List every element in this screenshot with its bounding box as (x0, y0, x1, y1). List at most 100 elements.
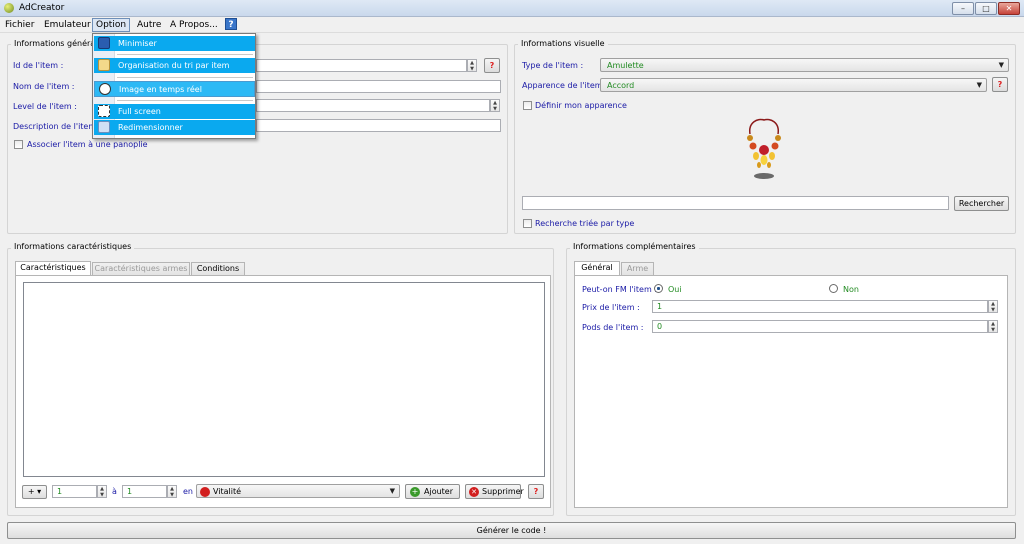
caracteristiques-list[interactable] (23, 282, 545, 477)
menu-autre[interactable]: Autre (134, 18, 164, 32)
id-spin[interactable]: ▲ ▼ (467, 59, 477, 72)
non-label: Non (843, 285, 859, 294)
en-label: en (183, 487, 193, 496)
sign-value: + (27, 487, 35, 496)
generate-code-button[interactable]: Générer le code ! (7, 522, 1016, 539)
menu-item-image-temps-reel[interactable]: Image en temps réel (94, 81, 255, 97)
oui-label: Oui (668, 285, 682, 294)
id-label: Id de l'item : (13, 61, 64, 70)
menu-item-minimiser[interactable]: Minimiser (94, 36, 255, 51)
apparence-label: Apparence de l'item : (522, 81, 608, 90)
heart-icon (200, 487, 210, 497)
window-icon (98, 37, 110, 49)
option-dropdown-menu: Minimiser Organisation du tri par item I… (92, 33, 256, 139)
tab-caracteristiques[interactable]: Caractéristiques (15, 261, 91, 275)
menu-a-propos[interactable]: A Propos... (167, 18, 221, 32)
prix-input[interactable]: 1 (652, 300, 988, 313)
type-select[interactable]: Amulette ▼ (600, 58, 1009, 72)
pods-value: 0 (657, 322, 663, 331)
type-value: Amulette (607, 61, 644, 70)
info-complementaires-title: Informations complémentaires (570, 242, 699, 251)
apparence-select[interactable]: Accord ▼ (600, 78, 987, 92)
fullscreen-icon (98, 105, 110, 117)
recherche-triee-label: Recherche triée par type (535, 219, 635, 228)
menu-fichier[interactable]: Fichier (2, 18, 37, 32)
nom-input[interactable] (256, 80, 501, 93)
sort-icon (98, 59, 110, 71)
search-button[interactable]: Rechercher (954, 196, 1009, 211)
close-button[interactable]: ✕ (998, 2, 1020, 15)
id-input[interactable] (256, 59, 467, 72)
to-spin[interactable]: ▲ ▼ (167, 485, 177, 498)
amulet-image (742, 116, 786, 186)
to-input[interactable]: 1 (122, 485, 167, 498)
from-value: 1 (57, 487, 63, 496)
menu-item-full-screen-label: Full screen (118, 107, 161, 116)
help-icon[interactable]: ? (225, 18, 237, 30)
level-input[interactable] (256, 99, 490, 112)
definir-apparence-checkbox[interactable] (523, 101, 532, 110)
add-button-label: Ajouter (424, 487, 454, 496)
apparence-help-button[interactable]: ? (992, 77, 1008, 92)
delete-button[interactable]: ✕ Supprimer (465, 484, 524, 499)
type-label: Type de l'item : (522, 61, 584, 70)
menu-item-organisation[interactable]: Organisation du tri par item (94, 58, 255, 73)
chevron-down-icon: ▼ (998, 61, 1004, 69)
pods-spin[interactable]: ▲ ▼ (988, 320, 998, 333)
clock-icon (99, 83, 111, 95)
menu-option[interactable]: Option (92, 18, 131, 32)
tab-arme[interactable]: Arme (621, 262, 654, 275)
menu-item-image-label: Image en temps réel (119, 85, 202, 94)
caracteristiques-help-button[interactable]: ? (528, 484, 544, 499)
menu-item-full-screen[interactable]: Full screen (94, 104, 255, 119)
pods-input[interactable]: 0 (652, 320, 988, 333)
from-spin[interactable]: ▲ ▼ (97, 485, 107, 498)
add-button[interactable]: + Ajouter (405, 484, 460, 499)
maximize-button[interactable]: □ (975, 2, 997, 15)
prix-value: 1 (657, 302, 663, 311)
to-value: 1 (127, 487, 133, 496)
prix-label: Prix de l'item : (582, 303, 640, 312)
stat-select[interactable]: Vitalité ▼ (196, 484, 400, 498)
app-icon (4, 3, 14, 13)
recherche-triee-checkbox[interactable] (523, 219, 532, 228)
window-title: AdCreator (19, 3, 65, 13)
stat-value: Vitalité (213, 487, 242, 496)
minimize-button[interactable]: – (952, 2, 974, 15)
a-label: à (112, 487, 117, 496)
tab-caracteristiques-armes[interactable]: Caractéristiques armes (92, 262, 190, 275)
info-visuelle-title: Informations visuelle (518, 39, 608, 48)
nom-label: Nom de l'item : (13, 82, 75, 91)
info-caracteristiques-title: Informations caractéristiques (11, 242, 135, 251)
menu-separator (117, 100, 253, 101)
plus-icon: + (410, 487, 420, 497)
description-input[interactable] (256, 119, 501, 132)
oui-radio[interactable] (654, 284, 663, 293)
prix-spin[interactable]: ▲ ▼ (988, 300, 998, 313)
tab-conditions[interactable]: Conditions (191, 262, 245, 275)
level-label: Level de l'item : (13, 102, 77, 111)
chevron-down-icon: ▼ (389, 487, 395, 495)
menu-separator (117, 77, 253, 78)
menu-item-organisation-label: Organisation du tri par item (118, 61, 230, 70)
menu-item-minimiser-label: Minimiser (118, 39, 157, 48)
panoplie-checkbox[interactable] (14, 140, 23, 149)
tab-general[interactable]: Général (574, 261, 620, 275)
id-help-button[interactable]: ? (484, 58, 500, 73)
sign-select[interactable]: + ▾ (22, 485, 47, 499)
from-input[interactable]: 1 (52, 485, 97, 498)
level-spin[interactable]: ▲ ▼ (490, 99, 500, 112)
search-input[interactable] (522, 196, 949, 210)
apparence-value: Accord (607, 81, 635, 90)
menu-item-redimensionner-label: Redimensionner (118, 123, 183, 132)
title-bar: AdCreator – □ ✕ (0, 0, 1024, 17)
menu-item-redimensionner[interactable]: Redimensionner (94, 120, 255, 135)
description-label: Description de l'item : (13, 122, 102, 131)
resize-icon (98, 121, 110, 133)
definir-apparence-label: Définir mon apparence (535, 101, 627, 110)
menu-emulateur[interactable]: Emulateur (41, 18, 94, 32)
non-radio[interactable] (829, 284, 838, 293)
delete-icon: ✕ (469, 487, 479, 497)
delete-button-label: Supprimer (482, 487, 524, 496)
panoplie-label: Associer l'item à une panoplie (27, 140, 148, 149)
